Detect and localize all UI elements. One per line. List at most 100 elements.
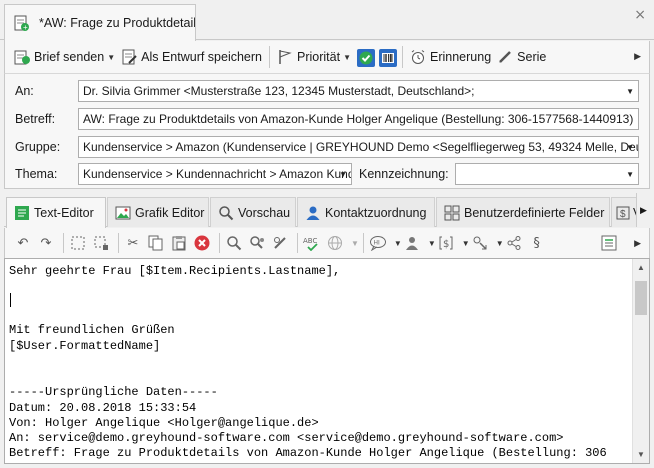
chevron-down-icon[interactable]: ▼ — [394, 239, 402, 248]
scrollbar-thumb[interactable] — [635, 281, 647, 315]
text-editor-icon — [14, 205, 30, 221]
chevron-right-icon: ▶ — [640, 204, 647, 215]
find-next-icon[interactable] — [247, 233, 267, 253]
scroll-up-icon[interactable]: ▲ — [633, 259, 649, 276]
chevron-down-icon[interactable]: ▼ — [462, 239, 470, 248]
undo-icon[interactable]: ↶ — [13, 233, 33, 253]
priority-label: Priorität — [297, 50, 341, 64]
svg-text:HI: HI — [373, 240, 380, 247]
body-line: Datum: 20.08.2018 15:33:54 — [9, 401, 197, 415]
overflow-arrow-icon[interactable]: ▶ — [634, 238, 641, 249]
tab-custom-fields[interactable]: Benutzerdefinierte Felder — [436, 197, 610, 227]
chevron-down-icon[interactable]: ▼ — [496, 239, 504, 248]
language-icon[interactable] — [325, 233, 345, 253]
chevron-down-icon[interactable]: ▼ — [339, 170, 347, 179]
find-icon[interactable] — [224, 233, 244, 253]
tab-label: Grafik Editor — [135, 205, 205, 220]
delete-icon[interactable] — [192, 233, 212, 253]
select-area-icon[interactable] — [91, 233, 111, 253]
main-toolbar: Brief senden ▼ Als Entwurf speichern Pri… — [4, 41, 650, 73]
tab-label: Text-Editor — [34, 206, 94, 220]
svg-text:$: $ — [443, 239, 449, 250]
toolbar-divider — [219, 233, 220, 253]
text-cursor — [10, 293, 11, 307]
editor-toolbar: ↶ ↷ ✂ ABC ▼ HI ▼ ▼ $ ▼ ▼ § ▶ — [4, 228, 650, 258]
tab-graphic-editor[interactable]: Grafik Editor — [107, 197, 209, 227]
topic-value: Kundenservice > Kundennachricht > Amazon… — [83, 167, 351, 181]
overflow-arrow-icon[interactable]: ▶ — [634, 51, 641, 62]
toolbar-divider — [402, 46, 403, 68]
close-icon[interactable]: × — [634, 7, 646, 23]
chevron-down-icon[interactable]: ▼ — [107, 53, 115, 62]
to-row: An: Dr. Silvia Grimmer <Musterstraße 123… — [5, 80, 649, 102]
marking-label: Kennzeichnung: — [359, 167, 449, 181]
paragraph-icon[interactable]: § — [527, 233, 547, 253]
spellcheck-icon[interactable]: ABC — [302, 233, 322, 253]
priority-button[interactable]: Priorität ▼ — [274, 45, 354, 69]
draft-label: Als Entwurf speichern — [141, 50, 262, 64]
barcode-icon — [379, 49, 397, 67]
flag-icon — [277, 49, 293, 65]
magnifier-icon — [218, 205, 234, 221]
redo-icon[interactable]: ↷ — [36, 233, 56, 253]
select-all-icon[interactable] — [68, 233, 88, 253]
document-tab[interactable]: + *AW: Frage zu Produktdetail... — [4, 4, 196, 41]
format-icon[interactable] — [599, 233, 619, 253]
subject-field[interactable]: AW: Frage zu Produktdetails von Amazon-K… — [78, 108, 639, 130]
chevron-down-icon[interactable]: ▼ — [428, 239, 436, 248]
alarm-clock-icon — [410, 49, 426, 65]
confirm-toggle[interactable] — [354, 45, 376, 69]
send-label: Brief senden — [34, 50, 105, 64]
body-line: Von: Holger Angelique <Holger@angelique.… — [9, 416, 319, 430]
chevron-down-icon[interactable]: ▼ — [626, 87, 634, 96]
series-label: Serie — [517, 50, 547, 64]
barcode-toggle[interactable] — [376, 45, 398, 69]
toolbar-divider — [362, 233, 364, 253]
chevron-down-icon[interactable]: ▼ — [343, 53, 351, 62]
tab-contact-assignment[interactable]: Kontaktzuordnung — [297, 197, 435, 227]
message-body-editor[interactable]: Sehr geehrte Frau [$Item.Recipients.Last… — [4, 258, 650, 464]
group-field[interactable]: Kundenservice > Amazon (Kundenservice | … — [78, 136, 639, 158]
text-modules-icon[interactable]: HI — [368, 233, 388, 253]
body-line: Betreff: Frage zu Produktdetails von Ama… — [9, 446, 607, 460]
vertical-scrollbar[interactable]: ▲ ▼ — [632, 259, 649, 463]
scroll-down-icon[interactable]: ▼ — [633, 446, 649, 463]
toolbar-divider — [63, 233, 64, 253]
body-line: An: service@demo.greyhound-software.com … — [9, 431, 564, 445]
copy-icon[interactable] — [146, 233, 166, 253]
to-field[interactable]: Dr. Silvia Grimmer <Musterstraße 123, 12… — [78, 80, 639, 102]
grid-icon — [444, 205, 460, 221]
reminder-button[interactable]: Erinnerung — [407, 45, 494, 69]
chevron-down-icon[interactable]: ▼ — [626, 143, 634, 152]
save-draft-button[interactable]: Als Entwurf speichern — [118, 45, 265, 69]
paste-icon[interactable] — [169, 233, 189, 253]
subject-value: AW: Frage zu Produktdetails von Amazon-K… — [83, 112, 634, 126]
replace-icon[interactable] — [270, 233, 290, 253]
group-row: Gruppe: Kundenservice > Amazon (Kundense… — [5, 136, 649, 158]
tab-text-editor[interactable]: Text-Editor — [6, 197, 106, 228]
chevron-down-icon[interactable]: ▼ — [626, 170, 634, 179]
share-icon[interactable] — [504, 233, 524, 253]
marking-field[interactable]: ▼ — [455, 163, 639, 185]
topic-field[interactable]: Kundenservice > Kundennachricht > Amazon… — [78, 163, 352, 185]
chevron-down-icon[interactable]: ▼ — [351, 239, 359, 248]
signature-icon[interactable] — [470, 233, 490, 253]
variables-icon[interactable]: $ — [436, 233, 456, 253]
toolbar-divider — [269, 46, 270, 68]
user-fields-icon[interactable] — [402, 233, 422, 253]
group-value: Kundenservice > Amazon (Kundenservice | … — [83, 140, 639, 154]
checkmark-icon — [357, 49, 375, 67]
tab-preview[interactable]: Vorschau — [210, 197, 296, 227]
draft-icon — [121, 49, 137, 65]
cut-icon[interactable]: ✂ — [123, 233, 143, 253]
pencil-icon — [497, 49, 513, 65]
tab-scroll-right-button[interactable]: ▶ — [636, 193, 650, 227]
send-button[interactable]: Brief senden ▼ — [11, 45, 118, 69]
to-value: Dr. Silvia Grimmer <Musterstraße 123, 12… — [83, 84, 475, 98]
body-line: -----Ursprüngliche Daten----- — [9, 385, 218, 399]
image-editor-icon — [115, 205, 131, 221]
subject-label: Betreff: — [15, 112, 56, 126]
message-header-form: An: Dr. Silvia Grimmer <Musterstraße 123… — [4, 73, 650, 189]
series-button[interactable]: Serie — [494, 45, 549, 69]
document-tab-bar: + *AW: Frage zu Produktdetail... × — [0, 0, 654, 41]
